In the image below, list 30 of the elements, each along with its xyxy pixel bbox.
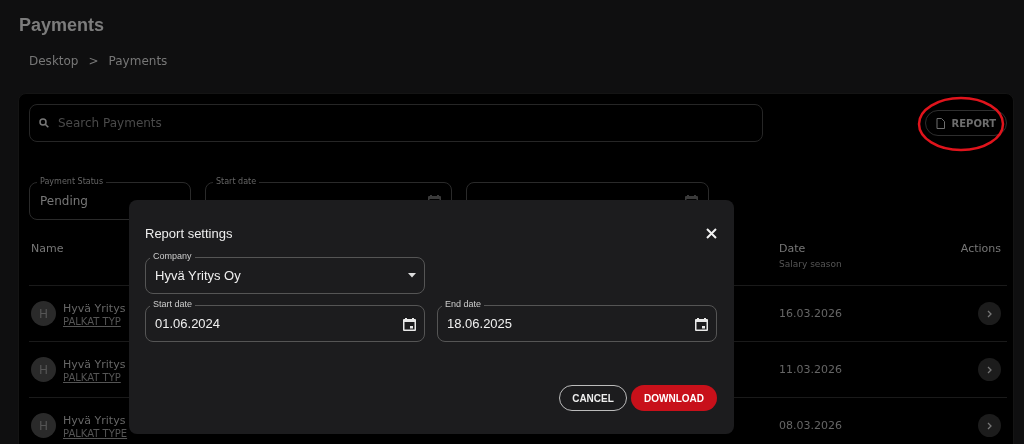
report-button[interactable]: REPORT (924, 110, 1007, 136)
breadcrumb-item[interactable]: Desktop (29, 54, 79, 68)
column-header: Actions (960, 242, 1001, 255)
column-header: Date (779, 242, 806, 255)
column-header: Name (31, 242, 64, 255)
payment-link[interactable]: PALKAT TYP (63, 315, 121, 327)
download-button[interactable]: DOWNLOAD (631, 385, 717, 411)
payment-link[interactable]: PALKAT TYPE (63, 427, 128, 439)
close-icon[interactable] (706, 228, 717, 239)
chevron-icon (987, 365, 992, 374)
search-icon (39, 118, 49, 128)
breadcrumb-separator: > (88, 54, 99, 68)
company-name: Hyvä Yritys (63, 356, 126, 372)
dialog-title: Report settings (145, 226, 233, 241)
company-name: Hyvä Yritys (63, 300, 126, 316)
payment-link[interactable]: PALKAT TYP (63, 371, 121, 383)
chevron-icon (987, 309, 992, 318)
page-title: Payments (18, 14, 106, 36)
date-cell-text: 11.03.2026 (779, 363, 843, 376)
company-name: Hyvä Yritys (63, 412, 126, 428)
search-field[interactable]: Search Payments (29, 104, 763, 142)
caret-icon[interactable] (408, 273, 416, 278)
document-icon (935, 117, 945, 129)
calendar-icon[interactable] (695, 316, 708, 331)
date-cell-text: 16.03.2026 (779, 307, 843, 320)
chevron-icon (987, 421, 992, 430)
column-subheader: Salary season (779, 259, 842, 269)
date-cell-text: 08.03.2026 (779, 419, 843, 432)
breadcrumb-item: Payments (108, 54, 168, 68)
calendar-icon[interactable] (403, 316, 416, 331)
